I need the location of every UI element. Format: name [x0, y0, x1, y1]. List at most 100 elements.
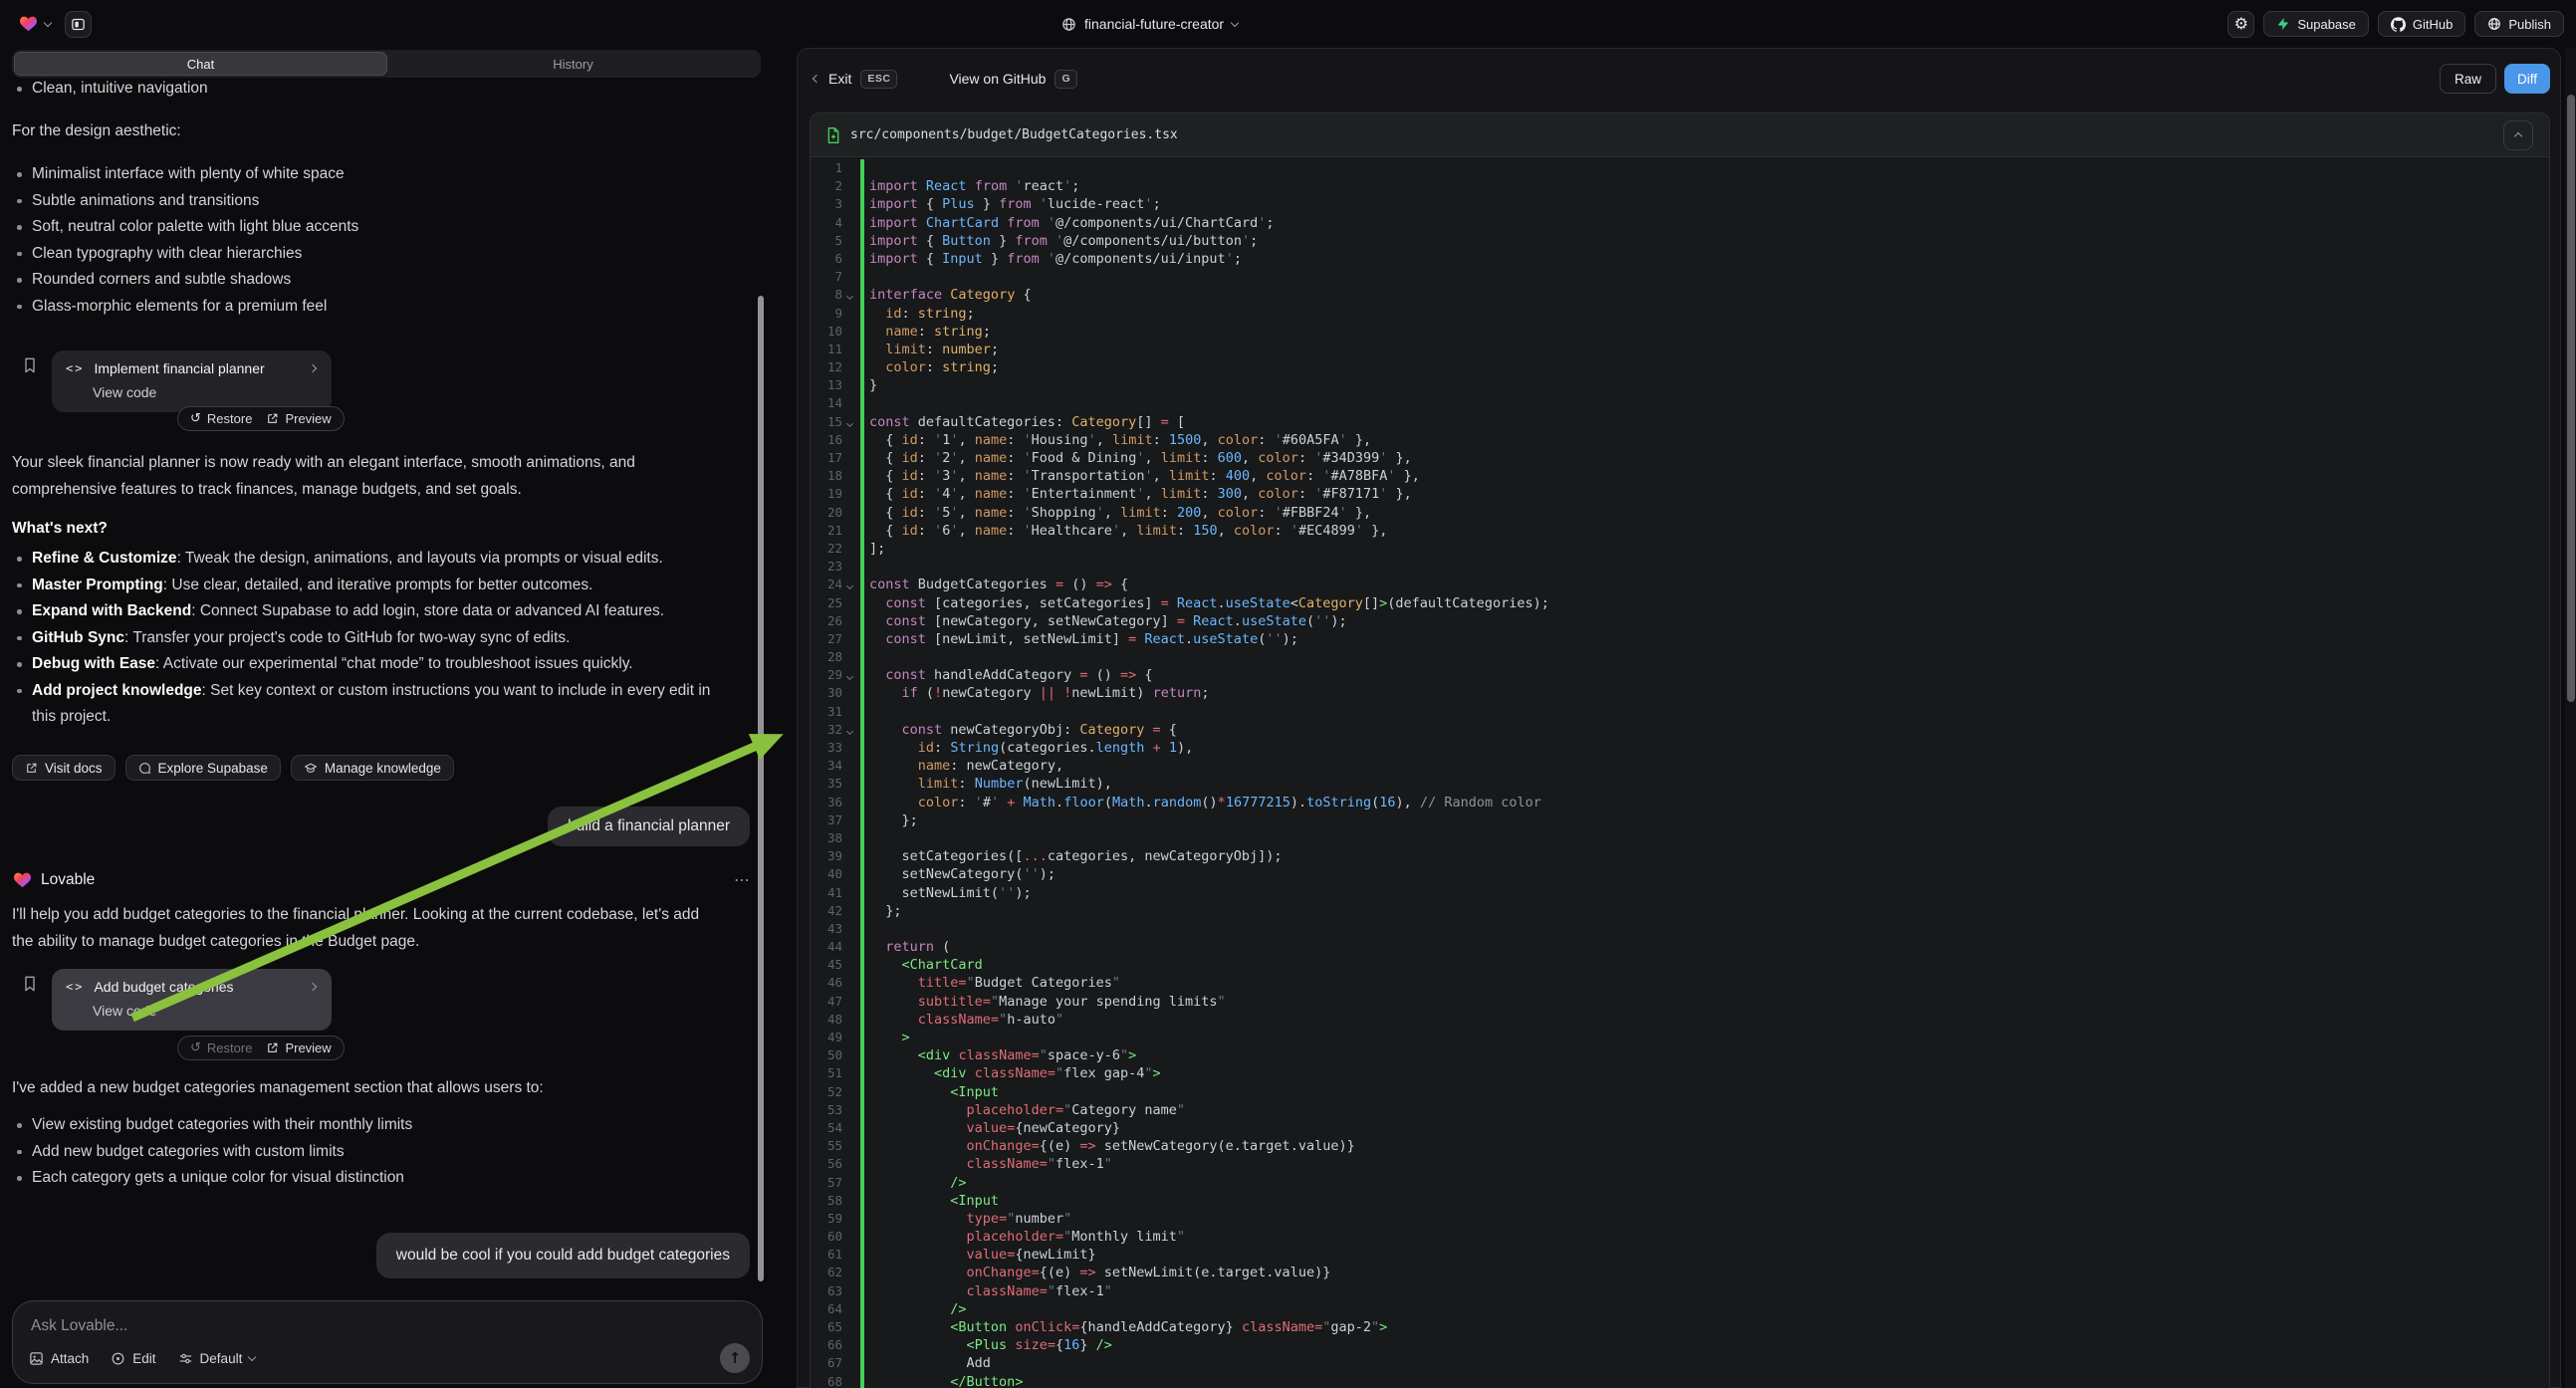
bookmark-icon[interactable]	[22, 975, 38, 993]
code-text: const defaultCategories: Category[] = [	[856, 413, 1185, 431]
view-code-link[interactable]: View code	[93, 384, 318, 400]
code-line: 50 <div className="space-y-6">	[811, 1046, 2549, 1064]
list-item: Expand with Backend: Connect Supabase to…	[12, 598, 729, 625]
code-text: color: string;	[856, 358, 999, 376]
attach-button[interactable]: Attach	[29, 1351, 89, 1366]
code-text: />	[856, 1174, 967, 1192]
manage-knowledge-button[interactable]: Manage knowledge	[291, 755, 454, 781]
code-line: 15const defaultCategories: Category[] = …	[811, 413, 2549, 431]
fold-gutter	[842, 974, 856, 992]
version-card-add-budget-categories[interactable]: <> Add budget categories View code	[52, 969, 332, 1031]
settings-button[interactable]: ⚙	[2227, 11, 2254, 38]
preview-button[interactable]: Preview	[266, 411, 331, 426]
composer-input[interactable]: Ask Lovable...	[31, 1317, 744, 1335]
line-number: 21	[811, 522, 842, 540]
code-text: onChange={(e) => setNewCategory(e.target…	[856, 1137, 1355, 1155]
file-header[interactable]: src/components/budget/BudgetCategories.t…	[811, 114, 2549, 157]
code-text: setNewCategory('');	[856, 865, 1055, 883]
code-line: 22];	[811, 540, 2549, 558]
code-line: 18 { id: '3', name: 'Transportation', li…	[811, 467, 2549, 485]
code-text: limit: number;	[856, 341, 999, 358]
tab-chat[interactable]: Chat	[14, 52, 387, 76]
code-text: className="flex-1"	[856, 1282, 1112, 1300]
code-line: 29 const handleAddCategory = () => {	[811, 666, 2549, 684]
fold-gutter	[842, 1137, 856, 1155]
fold-gutter	[842, 195, 856, 213]
code-text: onChange={(e) => setNewLimit(e.target.va…	[856, 1264, 1330, 1281]
code-text: { id: '6', name: 'Healthcare', limit: 15…	[856, 522, 1387, 540]
fold-gutter	[842, 177, 856, 195]
toggle-sidebar-button[interactable]	[65, 11, 92, 38]
diff-toggle-button[interactable]: Diff	[2504, 64, 2550, 94]
fold-chevron-icon[interactable]	[842, 413, 856, 431]
sidebar-panel-icon	[71, 17, 86, 32]
preview-button[interactable]: Preview	[266, 1041, 331, 1055]
line-number: 23	[811, 558, 842, 576]
fold-gutter	[842, 305, 856, 323]
chevron-down-icon	[248, 1352, 256, 1360]
code-text: const newCategoryObj: Category = {	[856, 721, 1177, 739]
line-number: 11	[811, 341, 842, 358]
bookmark-icon[interactable]	[22, 356, 38, 374]
code-text: }	[856, 376, 877, 394]
code-text	[856, 394, 869, 412]
project-name: financial-future-creator	[1084, 16, 1224, 32]
line-number: 54	[811, 1119, 842, 1137]
composer[interactable]: Ask Lovable... Attach Edit	[12, 1300, 763, 1384]
code-line: 39 setCategories([...categories, newCate…	[811, 847, 2549, 865]
code-text: placeholder="Monthly limit"	[856, 1228, 1185, 1246]
code-text: { id: '2', name: 'Food & Dining', limit:…	[856, 449, 1412, 467]
line-number: 19	[811, 485, 842, 503]
raw-toggle-button[interactable]: Raw	[2440, 64, 2496, 94]
version-card-implement-financial-planner[interactable]: <> Implement financial planner View code	[52, 350, 332, 412]
supabase-button[interactable]: Supabase	[2263, 11, 2369, 37]
chat-scrollbar[interactable]	[758, 296, 764, 1281]
code-line: 33 id: String(categories.length + 1),	[811, 739, 2549, 757]
model-select[interactable]: Default	[178, 1351, 256, 1366]
collapse-file-button[interactable]	[2503, 120, 2533, 150]
version-title: Implement financial planner	[94, 360, 264, 376]
code-text: import { Button } from '@/components/ui/…	[856, 232, 1258, 250]
list-item: Clean typography with clear hierarchies	[12, 241, 734, 268]
view-code-link[interactable]: View code	[93, 1003, 318, 1019]
fold-chevron-icon[interactable]	[842, 721, 856, 739]
code-text	[856, 268, 869, 286]
project-switcher[interactable]: financial-future-creator	[1061, 0, 1238, 48]
tab-history[interactable]: History	[387, 52, 759, 76]
line-number: 42	[811, 902, 842, 920]
github-button[interactable]: GitHub	[2378, 11, 2465, 37]
send-button[interactable]: ↑	[720, 1343, 750, 1373]
code-text: />	[856, 1300, 967, 1318]
exit-button[interactable]: Exit ESC	[814, 70, 897, 89]
page-scrollbar[interactable]	[2565, 48, 2576, 1388]
publish-button[interactable]: Publish	[2474, 11, 2564, 37]
edit-button[interactable]: Edit	[111, 1351, 155, 1366]
fold-gutter	[842, 594, 856, 612]
code-line: 6import { Input } from '@/components/ui/…	[811, 250, 2549, 268]
restore-button[interactable]: ↺ Restore	[190, 411, 252, 426]
fold-gutter	[842, 884, 856, 902]
fold-gutter	[842, 811, 856, 829]
fold-gutter	[842, 214, 856, 232]
logo-menu-chevron-icon[interactable]	[44, 18, 52, 26]
code-text: placeholder="Category name"	[856, 1101, 1185, 1119]
lovable-logo[interactable]	[20, 16, 37, 32]
restore-button[interactable]: ↺ Restore	[190, 1041, 252, 1055]
line-number: 46	[811, 974, 842, 992]
fold-chevron-icon[interactable]	[842, 576, 856, 593]
fold-chevron-icon[interactable]	[842, 666, 856, 684]
line-number: 57	[811, 1174, 842, 1192]
explore-supabase-button[interactable]: Explore Supabase	[125, 755, 281, 781]
list-item: Master Prompting: Use clear, detailed, a…	[12, 573, 729, 599]
fold-chevron-icon[interactable]	[842, 286, 856, 304]
visit-docs-button[interactable]: Visit docs	[12, 755, 116, 781]
line-number: 52	[811, 1083, 842, 1101]
more-options-button[interactable]: ⋯	[734, 870, 751, 889]
page-scrollbar-thumb[interactable]	[2567, 95, 2575, 702]
list-item: Clean, intuitive navigation	[12, 76, 734, 103]
added-paragraph: I've added a new budget categories manag…	[12, 1075, 709, 1102]
line-number: 53	[811, 1101, 842, 1119]
fold-gutter	[842, 341, 856, 358]
view-on-github-button[interactable]: View on GitHub G	[949, 70, 1077, 89]
assistant-header: Lovable ⋯	[14, 870, 751, 889]
